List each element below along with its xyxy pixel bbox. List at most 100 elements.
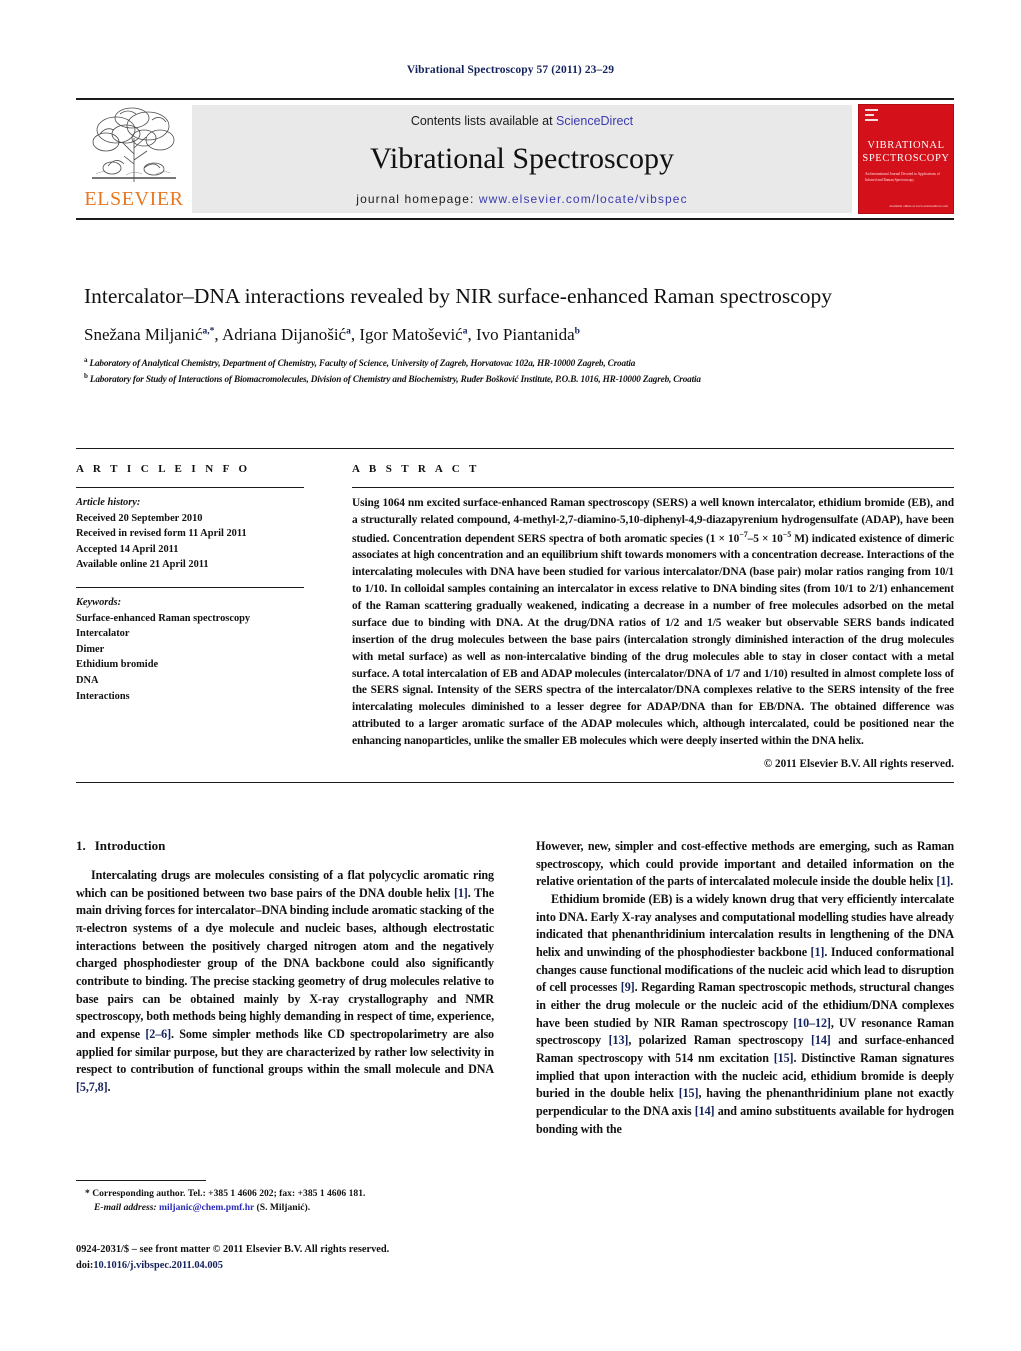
divider <box>76 587 304 589</box>
abstract-text: Using 1064 nm excited surface-enhanced R… <box>352 495 954 750</box>
abstract-column: A B S T R A C T Using 1064 nm excited su… <box>328 463 954 770</box>
author-name[interactable]: Snežana Miljanić <box>84 325 203 344</box>
journal-cover-thumbnail[interactable]: VIBRATIONAL SPECTROSCOPY An Internationa… <box>858 104 954 214</box>
page-title: Intercalator–DNA interactions revealed b… <box>84 284 833 308</box>
text-run: However, new, simpler and cost-effective… <box>536 839 954 889</box>
citation-ref[interactable]: [5,7,8] <box>76 1080 108 1094</box>
paragraph: However, new, simpler and cost-effective… <box>536 838 954 891</box>
contents-available-line: Contents lists available at ScienceDirec… <box>411 114 633 128</box>
citation-ref[interactable]: [9] <box>621 980 635 994</box>
divider <box>76 1180 206 1181</box>
citation-ref[interactable]: [15] <box>774 1051 794 1065</box>
issn-copyright-line: 0924-2031/$ – see front matter © 2011 El… <box>76 1244 390 1255</box>
article-info-column: A R T I C L E I N F O Article history: R… <box>76 463 328 770</box>
footnote-text: * Corresponding author. Tel.: +385 1 460… <box>76 1187 494 1216</box>
paragraph: Ethidium bromide (EB) is a widely known … <box>536 891 954 1138</box>
affiliation-item: a Laboratory of Analytical Chemistry, De… <box>84 355 964 370</box>
email-label: E-mail address: <box>94 1202 157 1214</box>
citation-ref[interactable]: [1] <box>454 886 468 900</box>
author-name[interactable]: Ivo Piantanida <box>476 325 575 344</box>
affiliation-mark: b <box>84 371 88 380</box>
elsevier-tree-icon <box>92 107 176 182</box>
affiliation-text: Laboratory for Study of Interactions of … <box>89 373 701 384</box>
contents-prefix: Contents lists available at <box>410 114 557 128</box>
citation-ref[interactable]: [14] <box>811 1033 831 1047</box>
journal-masthead: ELSEVIER Contents lists available at Sci… <box>76 98 954 220</box>
text-run: . <box>950 874 954 889</box>
keyword-item: Interactions <box>76 690 130 702</box>
keywords-block: Keywords: Surface-enhanced Raman spectro… <box>76 587 304 704</box>
author-name[interactable]: Igor Matošević <box>359 325 462 344</box>
citation-ref[interactable]: [13] <box>609 1033 629 1047</box>
sciencedirect-link[interactable]: ScienceDirect <box>556 114 633 128</box>
cover-title-line1: VIBRATIONAL <box>867 140 945 151</box>
homepage-prefix: journal homepage: <box>356 192 479 206</box>
keyword-item: Surface-enhanced Raman spectroscopy <box>76 612 251 624</box>
article-history-block: Article history: Received 20 September 2… <box>76 495 304 573</box>
affiliation-mark: a <box>84 356 88 365</box>
history-item: Received in revised form 11 April 2011 <box>76 528 247 540</box>
cover-subtitle: An International Journal Devoted to Appl… <box>865 172 940 183</box>
affiliation-list: a Laboratory of Analytical Chemistry, De… <box>84 355 964 386</box>
citation-ref[interactable]: [15] <box>679 1086 699 1100</box>
email-owner: (S. Miljanić). <box>256 1202 311 1214</box>
section-title-text: Introduction <box>94 838 166 853</box>
elsevier-wordmark: ELSEVIER <box>84 188 184 210</box>
footnote-marker: * <box>85 1188 90 1199</box>
email-link[interactable]: miljanic@chem.pmf.hr <box>159 1202 254 1213</box>
doi-link[interactable]: 10.1016/j.vibspec.2011.04.005 <box>93 1260 223 1271</box>
text-run: . <box>107 1079 111 1094</box>
paragraph: Intercalating drugs are molecules consis… <box>76 867 494 1097</box>
affiliation-text: Laboratory of Analytical Chemistry, Depa… <box>89 358 636 369</box>
citation-ref[interactable]: [1] <box>811 945 825 959</box>
history-item: Available online 21 April 2011 <box>76 559 209 571</box>
body-columns: 1. Introduction Intercalating drugs are m… <box>76 838 954 1138</box>
affiliation-item: b Laboratory for Study of Interactions o… <box>84 371 964 386</box>
page-footer: 0924-2031/$ – see front matter © 2011 El… <box>76 1242 596 1273</box>
citation-ref[interactable]: [10–12] <box>793 1016 831 1030</box>
author-affil-mark: a <box>462 326 468 337</box>
abstract-exponent-2: −5 <box>782 529 792 539</box>
copyright-line: © 2011 Elsevier B.V. All rights reserved… <box>763 757 954 770</box>
history-item: Accepted 14 April 2011 <box>76 543 179 555</box>
journal-article-page: Vibrational Spectroscopy 57 (2011) 23–29 <box>0 0 1021 1351</box>
cover-title-line2: SPECTROSCOPY <box>862 153 950 165</box>
article-info-heading: A R T I C L E I N F O <box>76 463 251 475</box>
cover-footer-text: Available online at www.sciencedirect.co… <box>889 203 948 208</box>
citation-ref[interactable]: [14] <box>695 1104 715 1118</box>
text-run: Intercalating drugs are molecules consis… <box>76 868 494 900</box>
section-number: 1. <box>76 838 86 853</box>
author-affil-mark: b <box>574 326 580 337</box>
text-run: , polarized Raman spectroscopy <box>628 1033 811 1048</box>
author-list: Snežana Miljanića,*, Adriana Dijanošića,… <box>84 325 580 345</box>
doi-label: doi: <box>76 1259 94 1271</box>
homepage-url-link[interactable]: www.elsevier.com/locate/vibspec <box>479 192 688 206</box>
keywords-label: Keywords: <box>76 597 122 609</box>
author-name[interactable]: Adriana Dijanošić <box>222 325 346 344</box>
cover-title: VIBRATIONAL SPECTROSCOPY <box>859 139 953 165</box>
keyword-item: DNA <box>76 675 99 687</box>
abstract-part-2: –5 × 10 <box>747 532 783 545</box>
abstract-exponent-1: −7 <box>739 529 748 539</box>
running-head: Vibrational Spectroscopy 57 (2011) 23–29 <box>406 64 615 76</box>
body-right-column: However, new, simpler and cost-effective… <box>536 838 954 1138</box>
info-abstract-zone: A R T I C L E I N F O Article history: R… <box>76 448 954 783</box>
journal-homepage-line: journal homepage: www.elsevier.com/locat… <box>356 192 687 206</box>
article-history-label: Article history: <box>76 497 141 508</box>
masthead-center: Contents lists available at ScienceDirec… <box>192 105 852 213</box>
author-affil-mark: a,* <box>202 326 215 337</box>
keyword-item: Dimer <box>76 643 105 655</box>
abstract-heading: A B S T R A C T <box>352 463 480 475</box>
corresponding-author-footnote: * Corresponding author. Tel.: +385 1 460… <box>76 1180 494 1216</box>
divider <box>76 781 954 783</box>
elsevier-logo: ELSEVIER <box>76 100 192 218</box>
body-left-column: 1. Introduction Intercalating drugs are m… <box>76 838 494 1138</box>
section-heading-introduction: 1. Introduction <box>76 838 494 854</box>
divider <box>76 487 304 488</box>
keyword-item: Intercalator <box>76 628 130 640</box>
footnote-contact: Corresponding author. Tel.: +385 1 4606 … <box>92 1188 366 1199</box>
citation-ref[interactable]: [1] <box>936 874 950 888</box>
doi-line: doi:10.1016/j.vibspec.2011.04.005 <box>76 1258 596 1274</box>
citation-ref[interactable]: [2–6] <box>145 1027 171 1041</box>
author-affil-mark: a <box>346 326 351 337</box>
